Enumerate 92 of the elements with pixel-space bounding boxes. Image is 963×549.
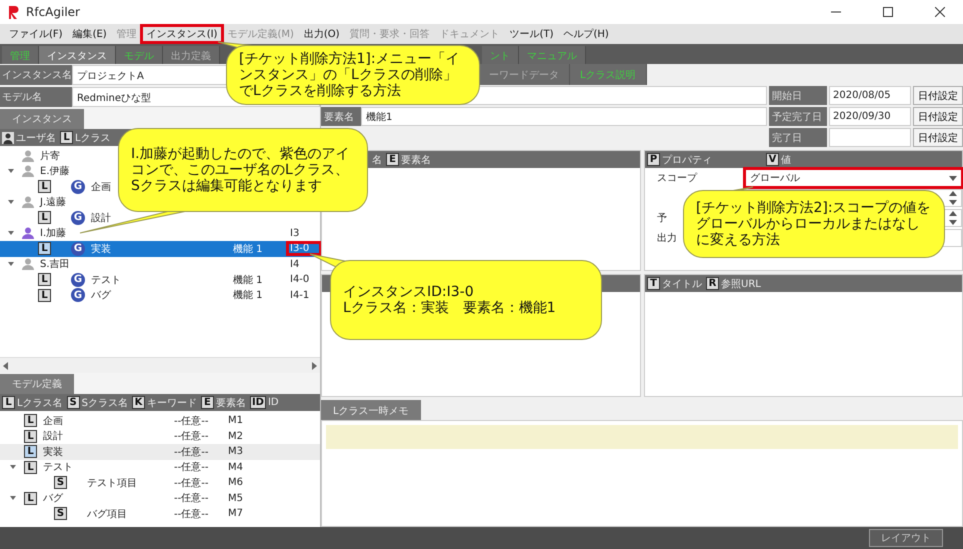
- class-name: テスト: [91, 274, 121, 287]
- letter-badge-icon: R: [706, 277, 719, 290]
- column-header: 名: [372, 154, 382, 166]
- instance-id: I4: [289, 258, 300, 270]
- dropdown-value: グローバル: [750, 172, 800, 185]
- letter-badge-icon: L: [2, 396, 15, 409]
- instance-id: I4-0: [289, 274, 310, 286]
- letter-badge-icon: L: [38, 180, 51, 194]
- model-id: M4: [228, 462, 243, 473]
- letter-badge-icon: P: [647, 153, 660, 166]
- letter-badge-icon: L: [24, 430, 37, 443]
- column-header: 要素名: [401, 154, 431, 166]
- class-name: 実装: [43, 446, 63, 459]
- user-name: S.吉田: [40, 258, 70, 272]
- instance-id: I3: [289, 228, 300, 239]
- date-label: 開始日: [769, 86, 827, 105]
- column-header: 参照URL: [721, 278, 761, 290]
- window-title: RfcAgiler: [26, 5, 81, 19]
- callout-tooltip: [チケット削除方法2]:スコープの値をグローバルからローカルまたはなしに変える方法: [683, 190, 945, 258]
- letter-badge-icon: L: [24, 414, 37, 428]
- letter-badge-icon: E: [386, 153, 399, 166]
- class-name: テスト: [43, 461, 73, 474]
- letter-badge-icon: T: [647, 277, 660, 290]
- letter-badge-icon: L: [60, 131, 73, 144]
- letter-badge-icon: L: [38, 273, 51, 286]
- model-id: M5: [228, 492, 243, 504]
- class-name: 企画: [43, 414, 63, 428]
- letter-badge-icon: S: [66, 396, 80, 409]
- column-header: 値: [781, 154, 791, 166]
- keyword: --任意--: [173, 476, 210, 490]
- keyword: --任意--: [173, 460, 210, 474]
- group-badge-icon: G: [71, 272, 85, 287]
- keyword: --任意--: [173, 508, 210, 521]
- class-name: 設計: [91, 212, 111, 225]
- letter-badge-icon: L: [38, 211, 51, 224]
- model-id: M2: [228, 430, 243, 442]
- property-name: 予: [657, 212, 667, 225]
- keyword: --任意--: [173, 414, 210, 428]
- field-label: 要素名: [321, 107, 361, 126]
- class-name: バグ: [91, 289, 111, 302]
- column-header: Lクラス: [75, 132, 111, 144]
- column-header: キーワード: [146, 396, 197, 410]
- instance-id: I4-1: [289, 290, 310, 301]
- keyword: --任意--: [173, 430, 210, 444]
- user-name: 片寄: [40, 150, 60, 163]
- letter-badge-icon: E: [200, 396, 214, 409]
- letter-badge-icon: V: [766, 153, 779, 166]
- column-header: Sクラス名: [82, 396, 128, 410]
- user-name: E.伊藤: [40, 164, 70, 178]
- keyword: --任意--: [173, 446, 210, 459]
- user-name: J.遠藤: [40, 196, 66, 210]
- letter-badge-icon: L: [38, 288, 51, 302]
- date-label: 予定完了日: [769, 107, 827, 126]
- group-badge-icon: G: [71, 210, 85, 225]
- field-label: インスタンス名: [0, 65, 72, 85]
- letter-badge-icon: ID: [250, 396, 266, 409]
- column-header: ID: [268, 397, 279, 408]
- letter-badge-icon: S: [54, 507, 67, 520]
- callout-tooltip: インスタンスID:I3-0 Lクラス名：実装 要素名：機能1: [330, 260, 602, 340]
- class-name: 実装: [91, 242, 111, 256]
- class-name: テスト項目: [87, 476, 137, 490]
- model-id: M3: [228, 446, 243, 458]
- date-label: 完了日: [769, 128, 827, 147]
- class-name: 企画: [91, 180, 111, 194]
- letter-badge-icon: S: [54, 476, 67, 490]
- column-header: ユーザ名: [16, 132, 56, 144]
- class-name: バグ: [43, 492, 63, 506]
- letter-badge-icon: L: [24, 492, 37, 505]
- letter-badge-icon: L: [24, 460, 37, 474]
- letter-badge-icon: L: [38, 242, 51, 256]
- element-name: 機能 1: [233, 288, 264, 302]
- letter-badge-icon: L: [24, 445, 37, 458]
- column-header: 要素名: [216, 396, 246, 410]
- group-badge-icon: G: [71, 242, 85, 256]
- keyword: --任意--: [173, 492, 210, 506]
- class-name: 設計: [43, 430, 63, 444]
- column-header: タイトル: [662, 278, 702, 290]
- column-header: Lクラス名: [17, 396, 63, 410]
- model-id: M7: [228, 508, 243, 520]
- property-name: 出力: [657, 232, 677, 245]
- field-label: モデル名: [0, 87, 72, 107]
- class-name: バグ項目: [87, 508, 127, 521]
- element-name: 機能 1: [233, 274, 264, 287]
- property-name: スコープ: [657, 172, 697, 185]
- group-badge-icon: G: [71, 288, 85, 302]
- model-id: M6: [228, 477, 243, 488]
- letter-badge-icon: K: [132, 396, 145, 409]
- group-badge-icon: G: [71, 180, 85, 194]
- user-name: I.加藤: [40, 226, 66, 240]
- element-name: 機能 1: [233, 242, 264, 256]
- column-header: プロパティ: [662, 154, 712, 166]
- model-id: M1: [228, 415, 243, 426]
